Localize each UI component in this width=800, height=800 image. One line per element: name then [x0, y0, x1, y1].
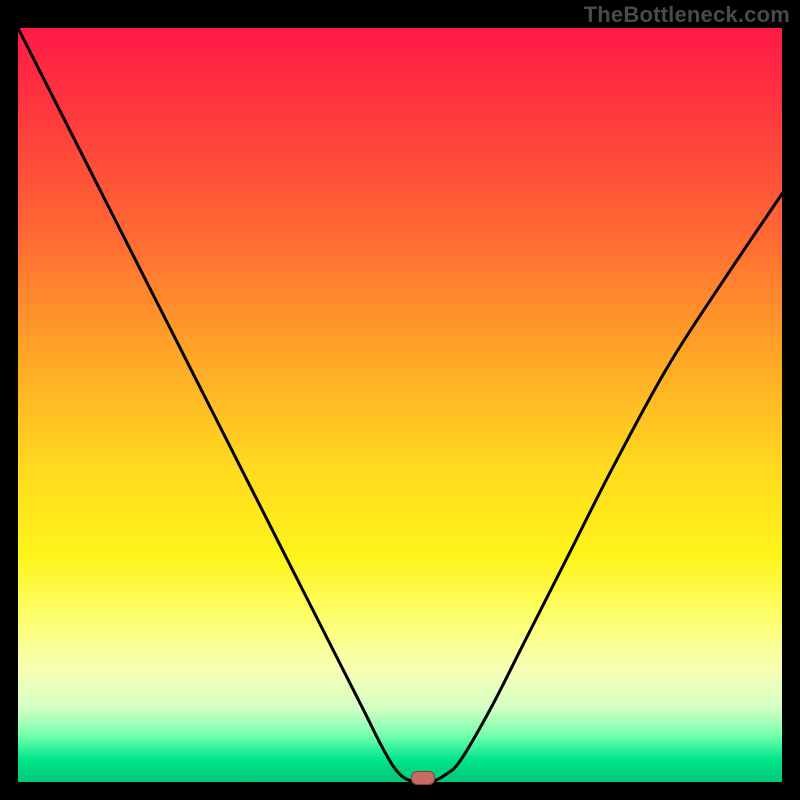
chart-frame: TheBottleneck.com	[0, 0, 800, 800]
watermark-text: TheBottleneck.com	[584, 2, 790, 28]
minimum-marker	[411, 771, 435, 785]
bottleneck-curve	[18, 28, 782, 782]
plot-area	[18, 28, 782, 782]
